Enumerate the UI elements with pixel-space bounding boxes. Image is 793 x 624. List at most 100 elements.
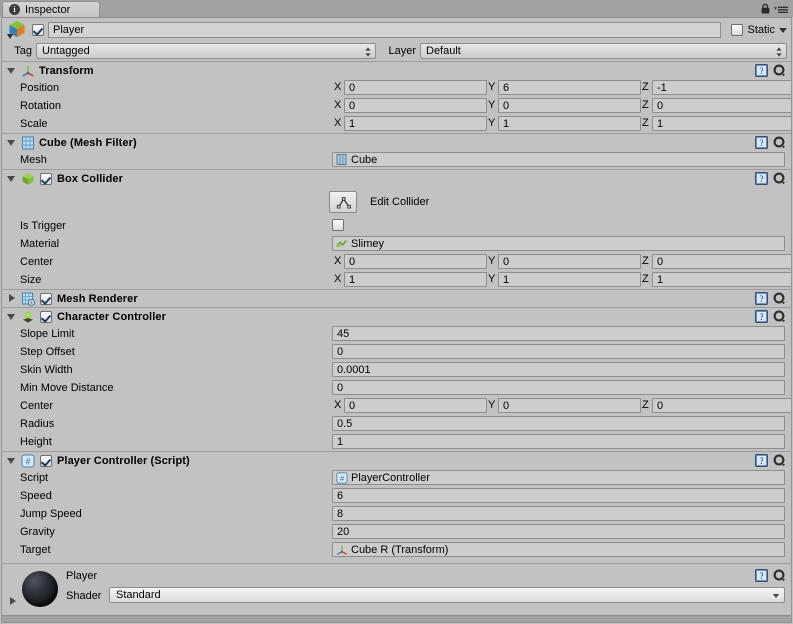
tag-updown-icon	[365, 47, 371, 57]
field-center-y[interactable]: 0	[498, 398, 641, 413]
property-row: Target Cube R (Transform)	[2, 541, 791, 559]
field-center-x[interactable]: 0	[344, 254, 487, 269]
shader-dropdown[interactable]: Standard	[109, 587, 785, 603]
field-height[interactable]: 1	[332, 434, 785, 449]
help-icon[interactable]: ?	[755, 454, 768, 467]
property-row: Step Offset 0	[2, 343, 791, 361]
foldout-arrow-icon[interactable]	[6, 311, 17, 322]
foldout-arrow-icon[interactable]	[6, 455, 17, 466]
axis-label-y: Y	[488, 399, 496, 411]
static-dropdown-arrow-icon[interactable]	[779, 27, 787, 33]
object-picker-button[interactable]	[791, 237, 792, 248]
object-field-material[interactable]: Slimey	[332, 236, 785, 251]
field-center-z[interactable]: 0	[652, 254, 791, 269]
component-header-box-collider[interactable]: Box Collider?	[2, 169, 791, 187]
field-scale-z[interactable]: 1	[652, 116, 791, 131]
cube-gameobject-icon[interactable]	[6, 19, 28, 41]
component-enabled-checkbox[interactable]	[40, 310, 52, 323]
field-slope-limit[interactable]: 45	[332, 326, 785, 341]
gear-icon[interactable]	[773, 310, 786, 323]
inspector-panel: Player Static Tag Untagged Layer Default…	[1, 17, 792, 623]
gear-icon[interactable]	[773, 454, 786, 467]
component-header-player-controller-script[interactable]: # Player Controller (Script)?	[2, 451, 791, 469]
hamburger-menu-icon[interactable]	[774, 5, 788, 13]
field-step-offset[interactable]: 0	[332, 344, 785, 359]
component-enabled-checkbox[interactable]	[40, 172, 52, 185]
material-preview-foldout[interactable]	[7, 596, 18, 607]
property-label: Scale	[20, 118, 48, 130]
object-picker-button[interactable]	[791, 471, 792, 482]
gear-icon[interactable]	[773, 292, 786, 305]
component-enabled-checkbox[interactable]	[40, 454, 52, 467]
svg-text:?: ?	[760, 174, 764, 184]
component-title: Cube (Mesh Filter)	[39, 136, 137, 149]
tab-bar: i Inspector	[0, 0, 793, 17]
field-size-y[interactable]: 1	[498, 272, 641, 287]
help-icon[interactable]: ?	[755, 172, 768, 185]
property-label: Target	[20, 544, 51, 556]
object-picker-button[interactable]	[791, 153, 792, 164]
field-position-x[interactable]: 0	[344, 80, 487, 95]
field-scale-y[interactable]: 1	[498, 116, 641, 131]
static-toggle-group: Static	[731, 24, 787, 36]
axis-label-x: X	[334, 117, 342, 129]
tag-dropdown[interactable]: Untagged	[36, 42, 376, 59]
gameobject-name-input[interactable]: Player	[48, 22, 722, 38]
axis-label-y: Y	[488, 99, 496, 111]
svg-text:?: ?	[760, 312, 764, 322]
field-speed[interactable]: 6	[332, 488, 785, 503]
gear-icon[interactable]	[773, 569, 786, 582]
foldout-arrow-icon[interactable]	[6, 65, 17, 76]
field-gravity[interactable]: 20	[332, 524, 785, 539]
checkbox-is-trigger[interactable]	[332, 219, 344, 231]
field-radius[interactable]: 0.5	[332, 416, 785, 431]
static-checkbox[interactable]	[731, 24, 744, 36]
layer-dropdown[interactable]: Default	[420, 42, 787, 59]
gear-icon[interactable]	[773, 172, 786, 185]
object-picker-button[interactable]	[791, 543, 792, 554]
foldout-arrow-icon[interactable]	[6, 173, 17, 184]
component-header-transform[interactable]: Transform?	[2, 61, 791, 79]
component-enabled-checkbox[interactable]	[40, 292, 52, 305]
help-icon[interactable]: ?	[755, 310, 768, 323]
gear-icon[interactable]	[773, 64, 786, 77]
help-icon[interactable]: ?	[755, 569, 768, 582]
axis-label-z: Z	[642, 81, 649, 93]
property-label: Center	[20, 256, 54, 268]
foldout-arrow-icon[interactable]	[6, 137, 17, 148]
field-size-x[interactable]: 1	[344, 272, 487, 287]
help-icon[interactable]: ?	[755, 292, 768, 305]
object-field-script[interactable]: # PlayerController	[332, 470, 785, 485]
edit-collider-button[interactable]	[329, 191, 357, 213]
axis-label-z: Z	[642, 399, 649, 411]
field-center-z[interactable]: 0	[652, 398, 791, 413]
tab-inspector[interactable]: i Inspector	[2, 1, 100, 17]
gameobject-enabled-checkbox[interactable]	[32, 24, 44, 36]
field-size-z[interactable]: 1	[652, 272, 791, 287]
field-scale-x[interactable]: 1	[344, 116, 487, 131]
field-rotation-y[interactable]: 0	[498, 98, 641, 113]
field-center-x[interactable]: 0	[344, 398, 487, 413]
foldout-arrow-icon[interactable]	[6, 293, 17, 304]
component-header-cube-mesh-filter[interactable]: Cube (Mesh Filter)?	[2, 133, 791, 151]
field-skin-width[interactable]: 0.0001	[332, 362, 785, 377]
property-row: Scale X 1 Y 1 Z 1	[2, 115, 791, 133]
gear-icon[interactable]	[773, 136, 786, 149]
gameobject-name-value: Player	[53, 24, 85, 36]
field-center-y[interactable]: 0	[498, 254, 641, 269]
property-row: Radius 0.5	[2, 415, 791, 433]
field-jump-speed[interactable]: 8	[332, 506, 785, 521]
object-field-target[interactable]: Cube R (Transform)	[332, 542, 785, 557]
field-position-z[interactable]: -1	[652, 80, 791, 95]
component-header-mesh-renderer[interactable]: Mesh Renderer?	[2, 289, 791, 307]
field-position-y[interactable]: 6	[498, 80, 641, 95]
field-rotation-x[interactable]: 0	[344, 98, 487, 113]
help-icon[interactable]: ?	[755, 136, 768, 149]
lock-icon[interactable]	[761, 3, 770, 14]
help-icon[interactable]: ?	[755, 64, 768, 77]
component-header-character-controller[interactable]: Character Controller?	[2, 307, 791, 325]
field-rotation-z[interactable]: 0	[652, 98, 791, 113]
svg-text:?: ?	[760, 66, 764, 76]
field-min-move-distance[interactable]: 0	[332, 380, 785, 395]
object-field-mesh[interactable]: Cube	[332, 152, 785, 167]
